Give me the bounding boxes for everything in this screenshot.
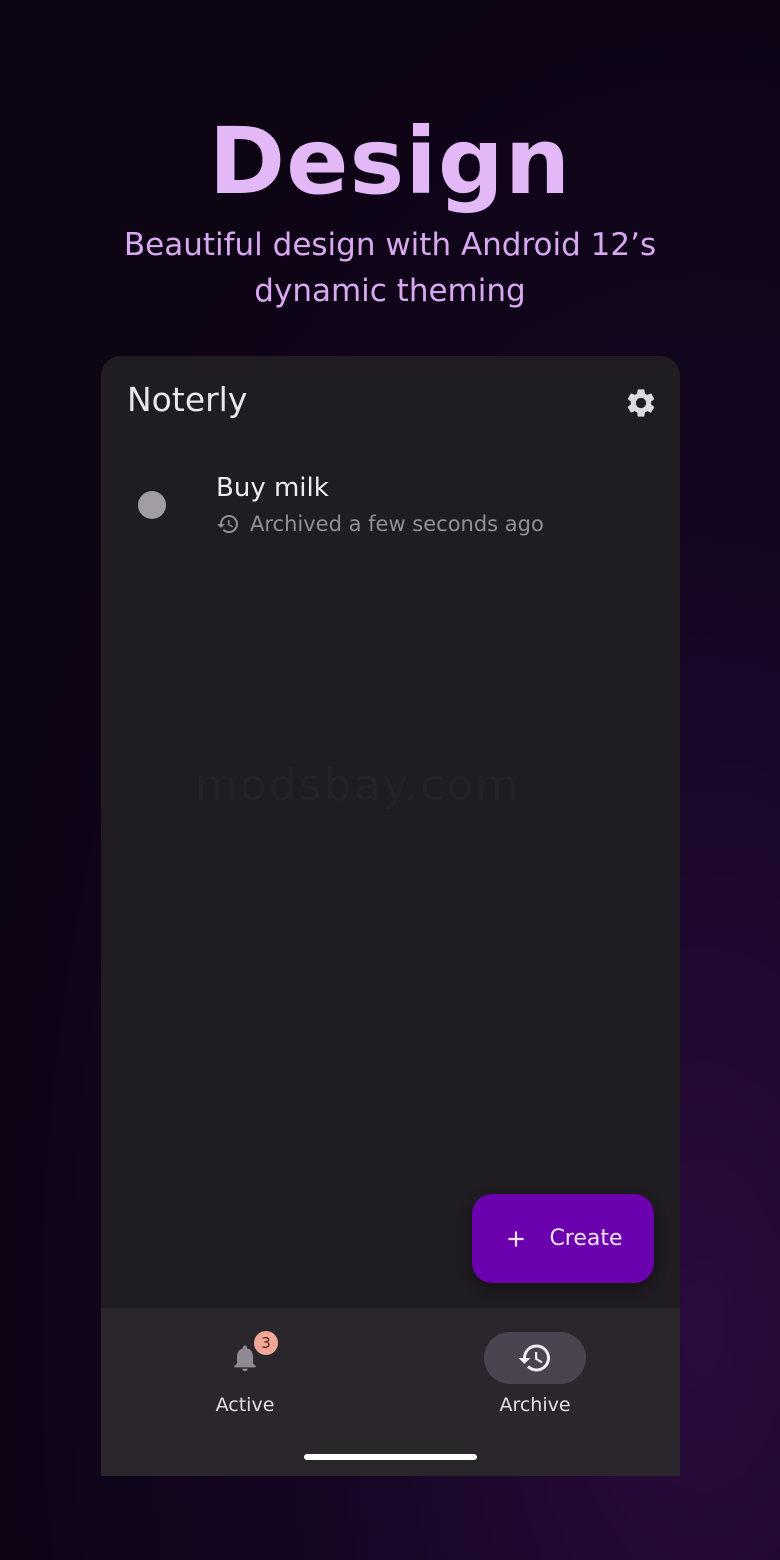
nav-icon-container-selected <box>484 1332 586 1384</box>
nav-label-archive: Archive <box>499 1394 571 1416</box>
notification-badge: 3 <box>254 1331 278 1355</box>
home-indicator[interactable] <box>304 1454 477 1460</box>
hero-subtitle: Beautiful design with Android 12’s dynam… <box>123 227 657 309</box>
list-item[interactable]: Buy milk Archived a few seconds ago <box>101 462 680 548</box>
history-icon <box>217 515 238 533</box>
app-title: Noterly <box>127 380 248 419</box>
nav-icon-container: 3 <box>194 1331 296 1384</box>
nav-label-active: Active <box>215 1394 275 1416</box>
note-complete-radio[interactable] <box>138 491 166 519</box>
watermark: modsbay.com <box>195 760 521 811</box>
settings-button[interactable] <box>622 384 660 422</box>
nav-item-active[interactable]: 3 Active <box>175 1331 315 1416</box>
create-button-label: Create <box>549 1226 623 1251</box>
note-title: Buy milk <box>216 473 329 503</box>
plus-icon <box>508 1230 525 1247</box>
create-button[interactable]: Create <box>472 1194 654 1283</box>
nav-item-archive[interactable]: Archive <box>465 1332 605 1416</box>
note-meta: Archived a few seconds ago <box>216 512 544 536</box>
bottom-navigation: 3 Active Archive <box>101 1308 680 1476</box>
hero-title: Design <box>208 108 572 215</box>
history-icon <box>518 1344 550 1372</box>
note-archived-time: Archived a few seconds ago <box>250 512 544 536</box>
gear-icon <box>627 389 655 417</box>
